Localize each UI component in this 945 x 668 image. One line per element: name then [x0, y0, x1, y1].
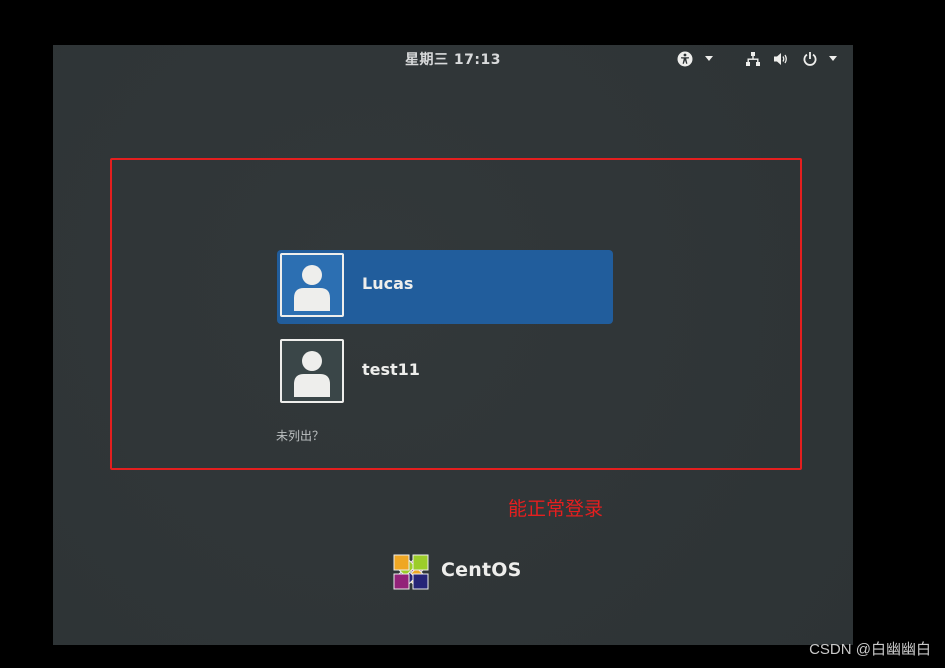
- accessibility-menu-caret-icon[interactable]: [705, 56, 713, 61]
- logo-text: CentOS: [441, 559, 522, 581]
- system-menu-caret-icon[interactable]: [829, 56, 837, 61]
- user-avatar-icon: [294, 351, 330, 397]
- user-item-lucas[interactable]: Lucas: [277, 250, 613, 324]
- clock[interactable]: 星期三 17:13: [53, 49, 853, 69]
- volume-icon[interactable]: [773, 51, 789, 67]
- not-listed-link[interactable]: 未列出？: [276, 427, 324, 444]
- centos-logo-icon: [393, 554, 429, 590]
- user-name: test11: [362, 360, 420, 379]
- centos-logo: CentOS: [389, 550, 521, 594]
- accessibility-icon[interactable]: [677, 51, 693, 67]
- network-icon[interactable]: [745, 51, 761, 67]
- avatar: [280, 253, 344, 317]
- power-icon[interactable]: [802, 51, 818, 67]
- avatar: [280, 339, 344, 403]
- top-bar: 星期三 17:13: [53, 45, 853, 73]
- user-avatar-icon: [294, 265, 330, 311]
- login-screen: 星期三 17:13 能正常登录 Lucas test11 未列出？ CentOS: [53, 45, 853, 645]
- user-item-test11[interactable]: test11: [277, 336, 613, 410]
- annotation-text: 能正常登录: [508, 498, 604, 520]
- user-name: Lucas: [362, 274, 414, 293]
- watermark: CSDN @白幽幽白: [809, 641, 931, 658]
